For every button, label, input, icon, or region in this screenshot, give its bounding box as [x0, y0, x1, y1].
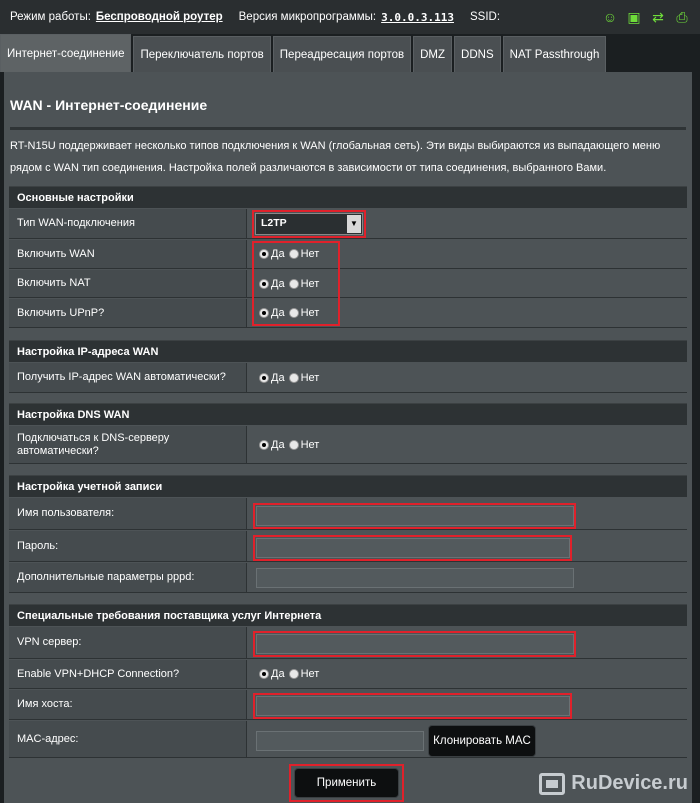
- auto-dns-label: Подключаться к DNS-серверу автоматически…: [9, 426, 247, 463]
- tab-ddns[interactable]: DDNS: [454, 36, 501, 72]
- row-vpn-dhcp: Enable VPN+DHCP Connection? Да Нет: [9, 660, 687, 689]
- vpn-dhcp-yes[interactable]: [259, 669, 269, 679]
- tab-dmz[interactable]: DMZ: [413, 36, 453, 72]
- highlight-password: [253, 535, 572, 561]
- vpn-dhcp-radio: Да Нет: [259, 668, 323, 680]
- auto-dns-radio: Да Нет: [259, 439, 323, 451]
- hostname-label: Имя хоста:: [9, 690, 247, 719]
- tab-port-switch[interactable]: Переключатель портов: [133, 36, 271, 72]
- monitor-icon: [539, 772, 566, 795]
- row-auto-ip: Получить IP-адрес WAN автоматически? Да …: [9, 363, 687, 393]
- mac-input[interactable]: [256, 731, 424, 751]
- section-basic-header: Основные настройки: [9, 186, 687, 208]
- title-divider: [10, 127, 686, 130]
- enable-wan-label: Включить WAN: [9, 240, 247, 268]
- vpn-dhcp-label: Enable VPN+DHCP Connection?: [9, 660, 247, 688]
- watermark: RuDevice.ru: [539, 772, 688, 795]
- tab-internet-connection[interactable]: Интернет-соединение: [0, 34, 132, 72]
- vpn-dhcp-no[interactable]: [288, 669, 299, 679]
- highlight-username: [253, 503, 576, 529]
- row-enable-wan: Включить WAN Да Нет: [9, 240, 687, 269]
- watermark-text: RuDevice.ru: [571, 772, 688, 794]
- tab-port-forwarding[interactable]: Переадресация портов: [272, 36, 412, 72]
- section-isp-header: Специальные требования поставщика услуг …: [9, 604, 687, 626]
- firmware-label: Версия микропрограммы:: [238, 11, 377, 23]
- pppd-label: Дополнительные параметры pppd:: [9, 563, 247, 592]
- pppd-input[interactable]: [256, 568, 574, 588]
- tab-bar: Интернет-соединение Переключатель портов…: [0, 34, 608, 72]
- mode-link[interactable]: Беспроводной роутер: [96, 11, 223, 23]
- clone-mac-button[interactable]: Клонировать MAC: [428, 725, 536, 757]
- username-label: Имя пользователя:: [9, 498, 247, 529]
- enable-nat-label: Включить NAT: [9, 270, 247, 297]
- highlight-apply: [289, 764, 404, 802]
- row-enable-nat: Включить NAT Да Нет: [9, 270, 687, 298]
- highlight-radios: [252, 241, 340, 326]
- wan-type-label: Тип WAN-подключения: [9, 209, 247, 238]
- auto-ip-label: Получить IP-адрес WAN автоматически?: [9, 363, 247, 392]
- vpn-server-label: VPN сервер:: [9, 627, 247, 658]
- auto-ip-radio: Да Нет: [259, 372, 323, 384]
- auto-ip-yes[interactable]: [259, 372, 269, 383]
- tab-nat-passthrough[interactable]: NAT Passthrough: [502, 36, 607, 72]
- printer-icon[interactable]: ⎙: [674, 9, 690, 25]
- auto-ip-no[interactable]: [288, 372, 299, 383]
- enable-upnp-label: Включить UPnP?: [9, 299, 247, 327]
- status-bar: Режим работы: Беспроводной роутер Версия…: [0, 0, 700, 34]
- auto-dns-no[interactable]: [288, 439, 299, 450]
- section-ip-header: Настройка IP-адреса WAN: [9, 340, 687, 362]
- page-description: RT-N15U поддерживает несколько типов под…: [10, 140, 661, 174]
- network-icon[interactable]: ▣: [626, 9, 642, 25]
- usb-icon[interactable]: ⇄: [650, 9, 666, 25]
- section-account-header: Настройка учетной записи: [9, 475, 687, 497]
- highlight-vpn-server: [253, 631, 576, 657]
- ssid-label: SSID:: [469, 11, 501, 23]
- page-title: WAN - Интернет-соединение: [10, 97, 208, 113]
- status-icons: ☺ ▣ ⇄ ⎙: [602, 9, 690, 25]
- row-auto-dns: Подключаться к DNS-серверу автоматически…: [9, 426, 687, 464]
- mode-label: Режим работы:: [10, 11, 91, 23]
- firmware-link[interactable]: 3.0.0.3.113: [381, 11, 454, 24]
- highlight-hostname: [253, 693, 572, 719]
- password-label: Пароль:: [9, 531, 247, 561]
- section-dns-header: Настройка DNS WAN: [9, 403, 687, 425]
- row-enable-upnp: Включить UPnP? Да Нет: [9, 299, 687, 328]
- highlight-wan-type: [252, 210, 366, 238]
- mac-label: MAC-адрес:: [9, 721, 247, 757]
- auto-dns-yes[interactable]: [259, 439, 269, 450]
- user-icon[interactable]: ☺: [602, 9, 618, 25]
